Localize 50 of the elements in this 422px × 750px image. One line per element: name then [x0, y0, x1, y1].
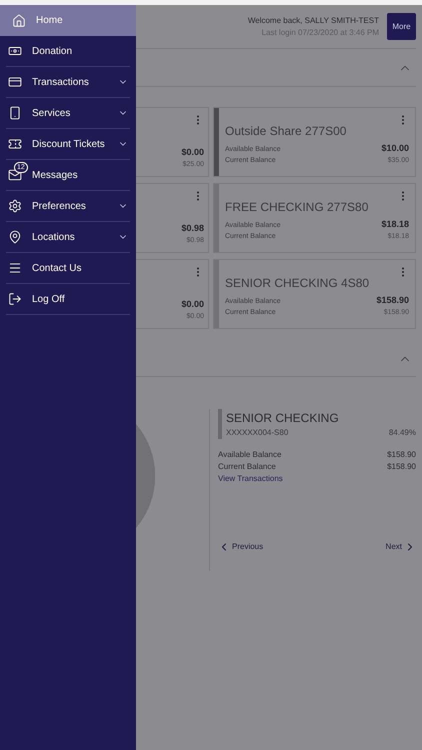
menu-item-label: Donation	[32, 44, 74, 58]
menu-item[interactable]: Locations	[6, 222, 130, 253]
menu-item-label: Messages	[32, 168, 79, 182]
menu-item[interactable]: Contact Us	[6, 253, 130, 284]
logout-icon	[8, 292, 22, 306]
menu-item[interactable]: Home	[0, 5, 136, 36]
menu-item-label: Discount Tickets	[32, 138, 106, 152]
available-amount: $10.00	[381, 142, 409, 155]
home-icon	[12, 14, 26, 28]
previous-button[interactable]: Previous	[218, 541, 264, 553]
menu-item-label: Home	[36, 14, 64, 28]
available-amount: $0.98	[181, 222, 204, 235]
mail-icon	[8, 168, 22, 182]
menu-icon	[8, 261, 22, 275]
menu-item-label: Preferences	[32, 200, 87, 214]
more-button[interactable]: More	[387, 13, 416, 40]
menu-item[interactable]: Preferences	[6, 191, 130, 222]
account-name: Outside Share 277S00	[225, 123, 346, 140]
menu-item-label: Services	[32, 106, 72, 120]
available-amount: $18.18	[381, 218, 409, 231]
next-button[interactable]: Next	[386, 541, 416, 553]
balance-label: Current Balance	[218, 461, 276, 473]
phone-icon	[8, 106, 22, 120]
balance-label: Available Balance	[218, 449, 282, 461]
menu-item[interactable]: Donation	[6, 36, 130, 67]
menu-item-label: Log Off	[32, 292, 66, 306]
menu-item-label: Locations	[32, 230, 76, 244]
account-number: XXXXXX004-S80	[226, 427, 290, 439]
account-name: FREE CHECKING 277S80	[225, 199, 368, 216]
menu-item[interactable]: Log Off	[6, 284, 130, 315]
menu-item[interactable]: Transactions	[6, 67, 130, 98]
menu-item[interactable]: Services	[6, 98, 130, 129]
account-name: SENIOR CHECKING 4S80	[225, 275, 370, 292]
available-amount: $0.00	[181, 146, 204, 159]
balance-value: $158.90	[387, 461, 416, 473]
gear-icon	[8, 199, 22, 213]
percentage-text: 84.49%	[388, 427, 416, 439]
ticket-icon	[8, 137, 22, 151]
menu-item[interactable]: Discount Tickets	[6, 129, 130, 160]
welcome-text: Welcome back, SALLY SMITH-TEST	[248, 14, 379, 26]
menu-item-label: Transactions	[32, 76, 90, 90]
view-transactions-link[interactable]: View Transactions	[218, 473, 416, 485]
available-amount: $0.00	[181, 298, 204, 311]
account-title: SENIOR CHECKING	[226, 410, 339, 427]
balance-value: $158.90	[387, 449, 416, 461]
banknote-icon	[8, 44, 22, 58]
available-amount: $158.90	[376, 294, 409, 307]
menu-item-label: Contact Us	[32, 262, 82, 276]
card-icon	[8, 75, 22, 89]
pin-icon	[8, 230, 22, 244]
